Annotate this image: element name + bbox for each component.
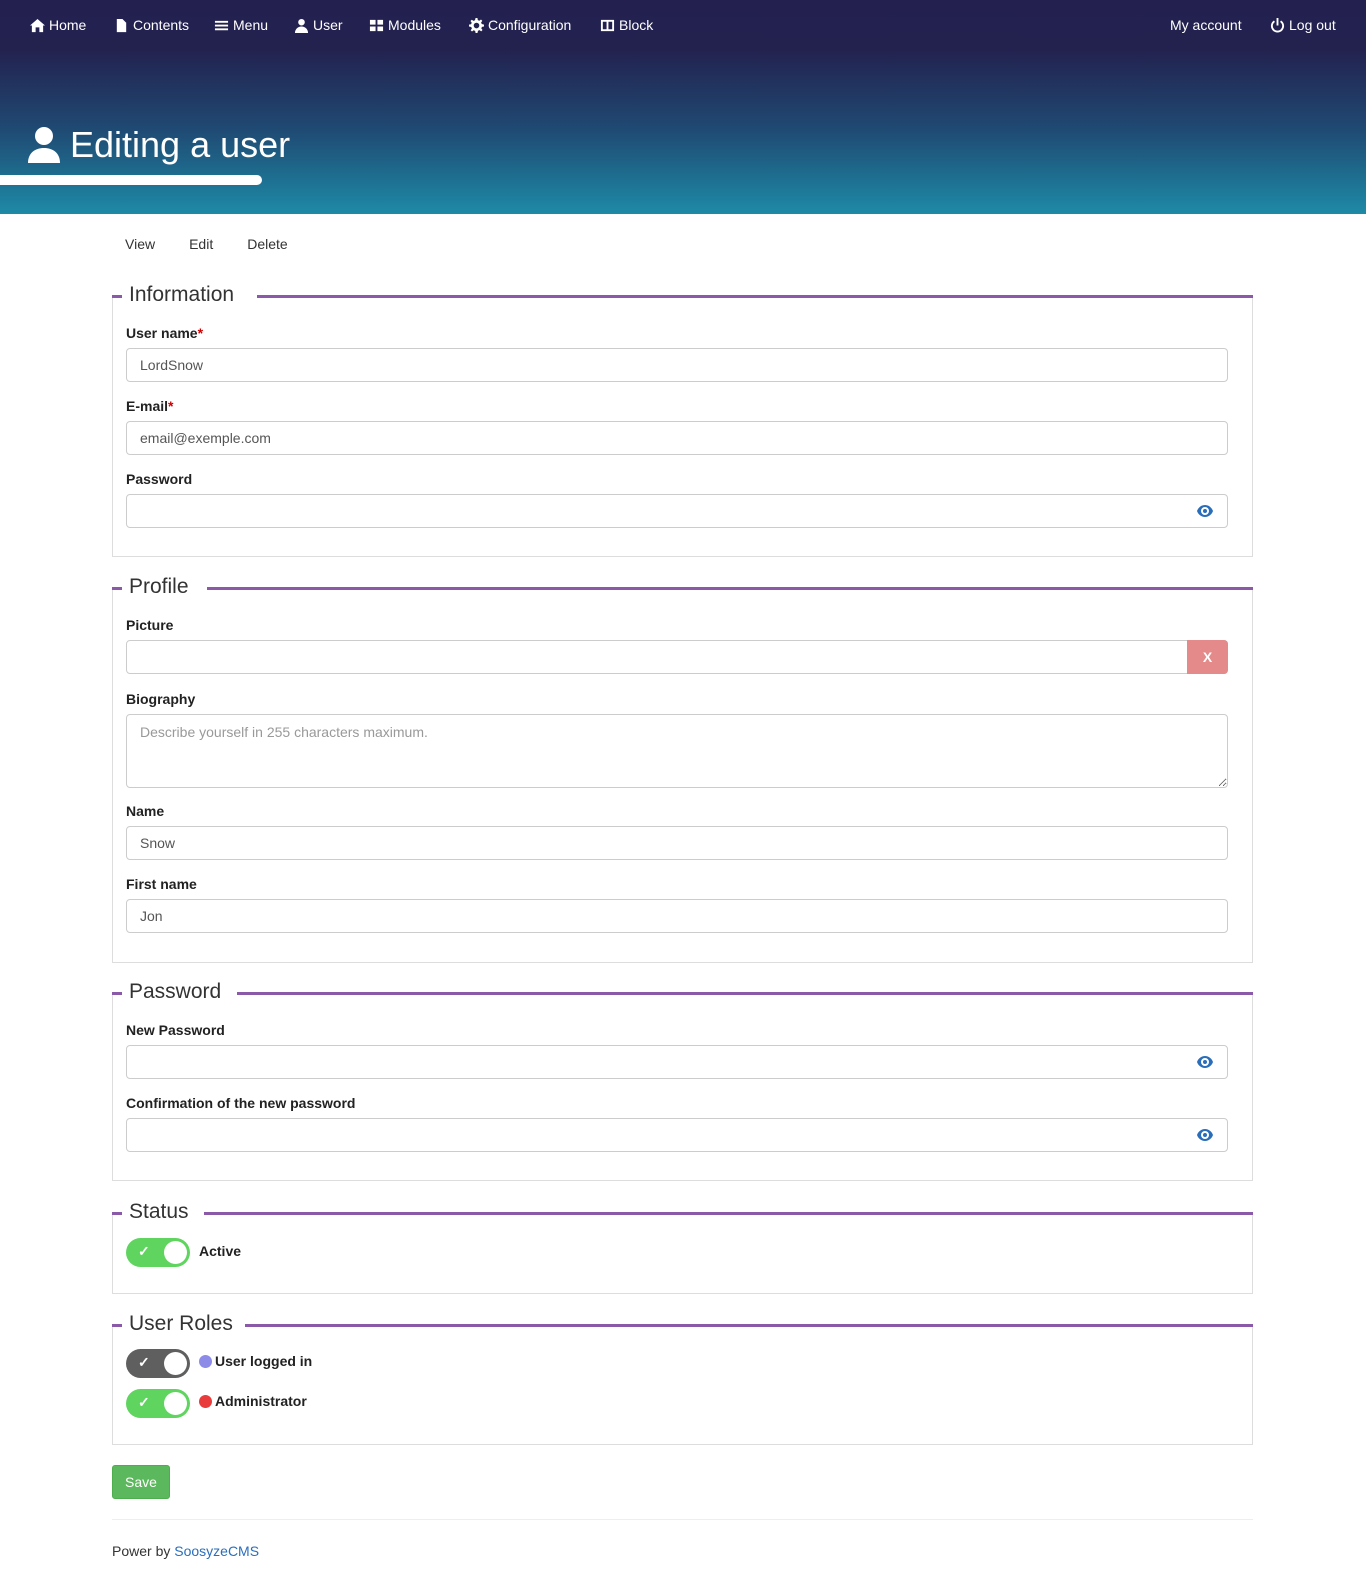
information-fieldset: Information User name* E-mail* Password [112,281,1253,557]
clear-picture-button[interactable]: X [1187,640,1228,674]
home-icon [30,18,45,32]
password-legend: Password [129,978,228,1006]
nav-log-out[interactable]: Log out [1270,17,1336,33]
username-input[interactable] [126,348,1228,382]
biography-label: Biography [126,691,196,707]
action-tabs: View Edit Delete [112,236,305,252]
password-fieldset: Password New Password Confirmation of th… [112,978,1253,1181]
firstname-label: First name [126,876,197,892]
role-administrator-label: Administrator [199,1393,307,1409]
password-label: Password [126,471,193,487]
status-fieldset: Status ✓ Active [112,1198,1253,1294]
title-underline [0,175,262,185]
nav-block[interactable]: Block [600,17,653,33]
role-user-logged-in-toggle[interactable]: ✓ [126,1349,190,1378]
bars-icon [214,20,229,30]
firstname-input[interactable] [126,899,1228,933]
nav-modules[interactable]: Modules [369,17,441,33]
user-roles-fieldset: User Roles ✓ User logged in ✓ Administra… [112,1310,1253,1445]
email-input[interactable] [126,421,1228,455]
tab-edit[interactable]: Edit [172,236,230,252]
header-banner: Home Contents Menu User Modules Configur… [0,0,1366,214]
tab-delete[interactable]: Delete [230,236,304,252]
profile-legend: Profile [129,573,195,601]
eye-icon[interactable] [1197,1056,1213,1068]
new-password-label: New Password [126,1022,225,1038]
user-roles-legend: User Roles [129,1310,239,1338]
name-label: Name [126,803,165,819]
soosyze-link[interactable]: SoosyzeCMS [174,1543,259,1559]
biography-textarea[interactable] [126,714,1228,788]
user-icon [294,18,309,33]
password-input[interactable] [126,494,1228,528]
active-toggle[interactable]: ✓ [126,1238,190,1267]
nav-menu[interactable]: Menu [214,17,268,33]
role-color-dot [199,1354,212,1368]
columns-icon [600,19,615,31]
eye-icon[interactable] [1197,505,1213,517]
role-administrator-toggle[interactable]: ✓ [126,1389,190,1418]
gear-icon [469,17,484,33]
name-input[interactable] [126,826,1228,860]
username-label: User name* [126,325,204,341]
active-label: Active [199,1243,242,1259]
eye-icon[interactable] [1197,1129,1213,1141]
confirm-password-input[interactable] [126,1118,1228,1152]
check-icon: ✓ [138,1394,150,1410]
th-large-icon [369,19,384,31]
save-button[interactable]: Save [112,1465,170,1499]
nav-user[interactable]: User [294,17,343,33]
nav-contents[interactable]: Contents [114,17,189,33]
footer-divider [112,1519,1253,1520]
page-title: Editing a user [28,124,290,166]
tab-view[interactable]: View [112,236,172,252]
status-legend: Status [129,1198,195,1226]
user-icon [28,127,60,163]
confirm-password-label: Confirmation of the new password [126,1095,356,1111]
role-user-logged-in-label: User logged in [199,1353,312,1369]
power-icon [1270,17,1285,33]
footer: Power by SoosyzeCMS [112,1543,260,1559]
picture-label: Picture [126,617,174,633]
picture-input[interactable]: X [126,640,1228,674]
nav-home[interactable]: Home [30,17,86,33]
check-icon: ✓ [138,1354,150,1370]
top-navigation: Home Contents Menu User Modules Configur… [0,0,1366,52]
new-password-input[interactable] [126,1045,1228,1079]
role-color-dot [199,1394,212,1408]
file-icon [116,18,127,32]
profile-fieldset: Profile Picture X Biography Name First n… [112,573,1253,963]
check-icon: ✓ [138,1243,150,1259]
nav-my-account[interactable]: My account [1170,17,1242,33]
nav-configuration[interactable]: Configuration [469,17,571,33]
information-legend: Information [129,281,241,309]
email-label: E-mail* [126,398,174,414]
